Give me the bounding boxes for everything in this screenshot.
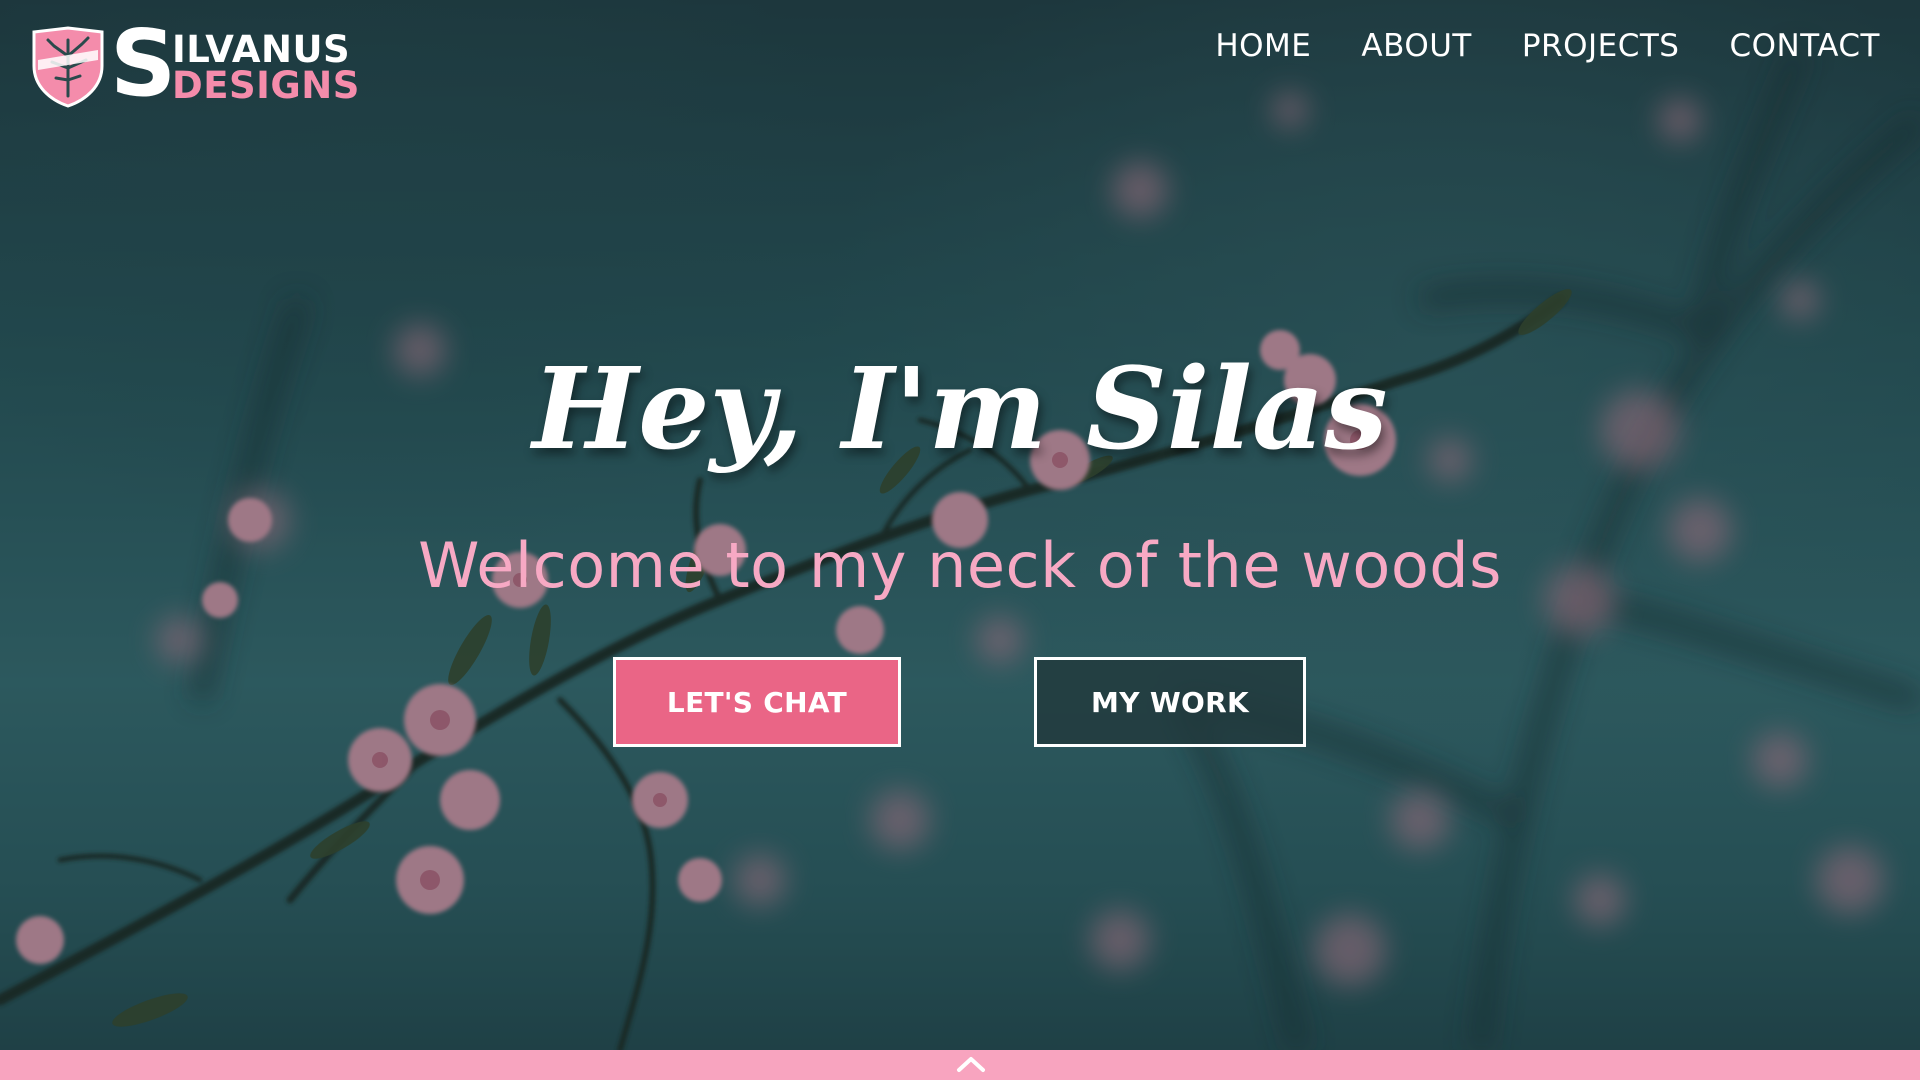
logo-initial: S (110, 10, 177, 117)
logo-wordmark-bottom: DESIGNS (172, 64, 360, 107)
shield-tree-icon (32, 26, 104, 108)
nav-home-link[interactable]: HOME (1215, 24, 1311, 68)
lets-chat-button[interactable]: LET'S CHAT (613, 657, 901, 747)
hero-section: S ILVANUS DESIGNS HOME ABOUT PROJECTS CO… (0, 0, 1920, 1050)
my-work-button[interactable]: MY WORK (1034, 657, 1306, 747)
hero-subheadline: Welcome to my neck of the woods (418, 529, 1502, 602)
nav-contact-link[interactable]: CONTACT (1729, 24, 1880, 68)
nav-about-link[interactable]: ABOUT (1361, 24, 1471, 68)
main-nav: HOME ABOUT PROJECTS CONTACT (1215, 24, 1880, 68)
site-logo[interactable]: S ILVANUS DESIGNS (30, 18, 380, 110)
chevron-up-icon[interactable] (953, 1050, 989, 1076)
nav-projects-link[interactable]: PROJECTS (1522, 24, 1680, 68)
hero-headline: Hey, I'm Silas (532, 344, 1388, 475)
site-header: S ILVANUS DESIGNS HOME ABOUT PROJECTS CO… (0, 0, 1920, 120)
